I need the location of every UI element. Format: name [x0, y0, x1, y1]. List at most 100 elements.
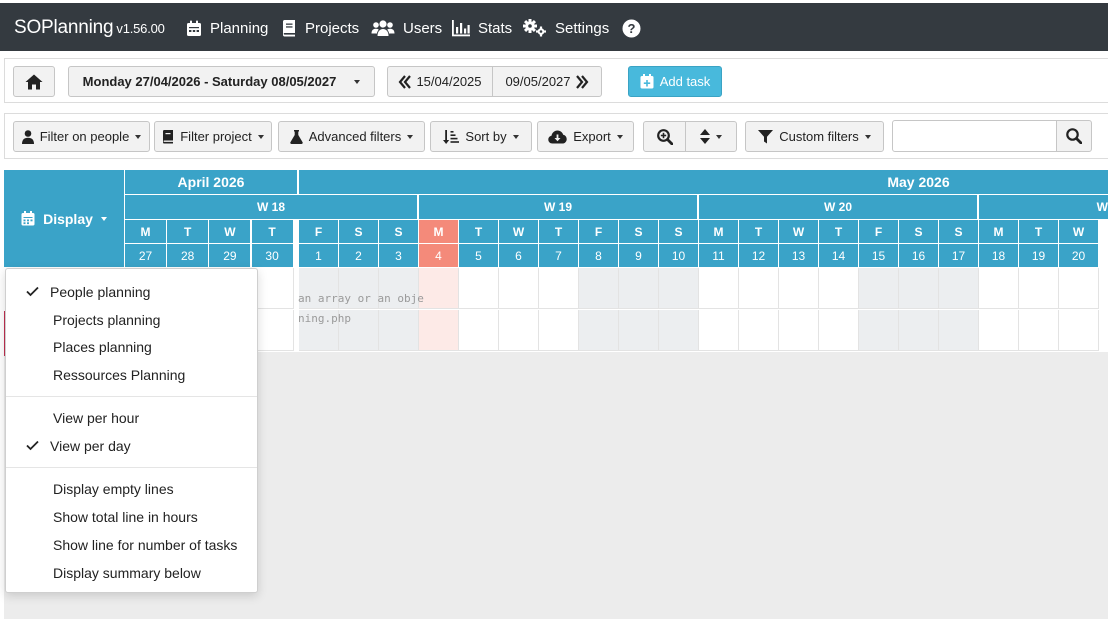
menu-item-total-line-hours[interactable]: Show total line in hours — [6, 503, 257, 531]
date-toolbar: Monday 27/04/2026 - Saturday 08/05/2027 … — [4, 58, 1108, 103]
menu-item-view-per-day[interactable]: View per day — [6, 432, 257, 460]
row-height-button[interactable] — [685, 121, 737, 152]
day-letter: F — [579, 220, 618, 243]
planning-cell[interactable] — [899, 268, 939, 309]
search-icon — [1066, 128, 1082, 144]
filter-icon — [758, 129, 774, 144]
planning-cell[interactable] — [619, 268, 659, 309]
planning-cell[interactable] — [379, 310, 419, 351]
planning-cell[interactable] — [579, 310, 619, 351]
week-label: W 18 — [256, 200, 285, 214]
planning-cell[interactable] — [1019, 310, 1059, 351]
nav-settings-label: Settings — [555, 19, 610, 37]
nav-users-label: Users — [403, 19, 443, 37]
menu-item-display-empty-lines[interactable]: Display empty lines — [6, 475, 257, 503]
menu-item-label: Display empty lines — [53, 481, 174, 497]
menu-item-view-per-hour[interactable]: View per hour — [6, 404, 257, 432]
menu-item-task-count-line[interactable]: Show line for number of tasks — [6, 531, 257, 559]
zoom-in-button[interactable] — [643, 121, 686, 152]
user-icon — [21, 129, 34, 144]
filter-project-button[interactable]: Filter project — [154, 121, 272, 152]
planning-cell[interactable] — [499, 310, 539, 351]
planning-cell[interactable] — [939, 268, 979, 309]
app-name: SOPlanning — [14, 17, 114, 38]
day-letter: W — [499, 220, 538, 243]
planning-cell[interactable] — [779, 268, 819, 309]
advanced-filters-button[interactable]: Advanced filters — [278, 121, 425, 152]
nav-stats[interactable]: Stats — [452, 16, 512, 40]
menu-item-people-planning[interactable]: People planning — [6, 278, 257, 306]
home-button[interactable] — [13, 66, 55, 97]
menu-item-resources-planning[interactable]: Ressources Planning — [6, 361, 257, 389]
planning-cell[interactable] — [979, 268, 1019, 309]
add-task-button[interactable]: Add task — [628, 66, 722, 97]
filter-people-button[interactable]: Filter on people — [13, 121, 150, 152]
search-button[interactable] — [1056, 120, 1092, 152]
day-number: 27 — [125, 244, 166, 267]
menu-item-label: Places planning — [53, 339, 152, 355]
month-header: May 2026 — [299, 170, 1108, 194]
planning-cell[interactable] — [459, 268, 499, 309]
planning-cell[interactable] — [659, 310, 699, 351]
nav-users[interactable]: Users — [371, 16, 442, 40]
search-plus-icon — [656, 128, 673, 145]
planning-cell[interactable] — [539, 310, 579, 351]
users-icon — [371, 19, 395, 37]
home-icon — [25, 74, 43, 90]
planning-cell[interactable] — [539, 268, 579, 309]
planning-cell[interactable] — [819, 268, 859, 309]
planning-cell[interactable] — [699, 268, 739, 309]
previous-period-button[interactable]: 15/04/2025 — [387, 66, 493, 97]
help-button[interactable]: ? — [622, 16, 641, 40]
day-number: 13 — [779, 244, 818, 267]
export-button[interactable]: Export — [537, 121, 634, 152]
menu-item-label: Display summary below — [53, 565, 201, 581]
day-number: 18 — [979, 244, 1018, 267]
week-label: W — [1096, 200, 1108, 214]
menu-item-summary-below[interactable]: Display summary below — [6, 559, 257, 587]
planning-cell[interactable] — [499, 268, 539, 309]
nav-planning[interactable]: Planning — [186, 16, 268, 40]
app-brand[interactable]: SOPlanning v1.56.00 — [14, 17, 165, 39]
planning-cell[interactable] — [459, 310, 499, 351]
next-period-button[interactable]: 09/05/2027 — [492, 66, 602, 97]
book-icon — [281, 19, 297, 37]
planning-cell[interactable] — [699, 310, 739, 351]
nav-projects[interactable]: Projects — [281, 16, 359, 40]
day-number: 10 — [659, 244, 698, 267]
filter-toolbar: Filter on people Filter project Advanced… — [4, 113, 1108, 159]
planning-cell[interactable] — [859, 268, 899, 309]
planning-cell[interactable] — [899, 310, 939, 351]
search-input[interactable] — [892, 120, 1057, 152]
filter-project-label: Filter project — [180, 129, 252, 144]
planning-cell[interactable] — [979, 310, 1019, 351]
planning-cell[interactable] — [859, 310, 899, 351]
planning-cell[interactable] — [1059, 310, 1099, 351]
planning-cell[interactable] — [619, 310, 659, 351]
day-letter: S — [619, 220, 658, 243]
planning-cell[interactable] — [1019, 268, 1059, 309]
planning-cell[interactable] — [419, 268, 459, 309]
calendar-icon — [186, 20, 202, 37]
planning-cell[interactable] — [779, 310, 819, 351]
planning-cell[interactable] — [939, 310, 979, 351]
planning-cell[interactable] — [579, 268, 619, 309]
display-menu-toggle[interactable]: Display — [4, 170, 124, 267]
sort-by-button[interactable]: Sort by — [430, 121, 532, 152]
menu-item-places-planning[interactable]: Places planning — [6, 333, 257, 361]
day-number: 8 — [579, 244, 618, 267]
custom-filters-button[interactable]: Custom filters — [745, 121, 884, 152]
planning-cell[interactable] — [819, 310, 859, 351]
day-number: 11 — [699, 244, 738, 267]
planning-cell[interactable] — [659, 268, 699, 309]
planning-cell[interactable] — [1059, 268, 1099, 309]
date-range-select[interactable]: Monday 27/04/2026 - Saturday 08/05/2027 — [68, 66, 375, 97]
check-icon — [26, 440, 39, 451]
day-letter: S — [379, 220, 418, 243]
planning-cell[interactable] — [739, 268, 779, 309]
day-number: 2 — [339, 244, 378, 267]
planning-cell[interactable] — [419, 310, 459, 351]
planning-cell[interactable] — [739, 310, 779, 351]
nav-settings[interactable]: Settings — [523, 16, 609, 40]
menu-item-projects-planning[interactable]: Projects planning — [6, 306, 257, 334]
